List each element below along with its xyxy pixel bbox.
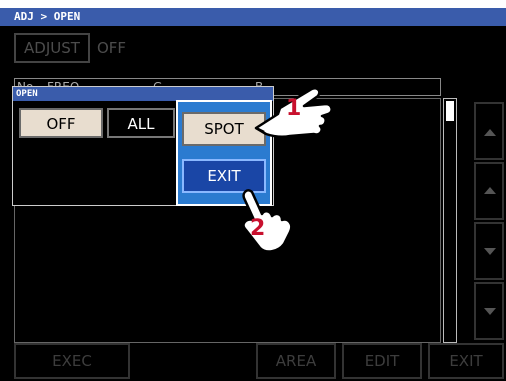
scroll-down-button[interactable]: [474, 222, 504, 280]
exit-bottom-button[interactable]: EXIT: [428, 343, 504, 379]
scroll-down-icon: [484, 248, 496, 255]
all-button[interactable]: ALL: [107, 108, 175, 138]
page-down-icon: [484, 308, 496, 315]
edit-button[interactable]: EDIT: [342, 343, 422, 379]
adjust-value: OFF: [97, 39, 127, 57]
scroll-up-icon: [484, 187, 496, 194]
page-down-button[interactable]: [474, 282, 504, 340]
callout-number-2: 2: [250, 216, 266, 241]
page-up-button[interactable]: [474, 102, 504, 160]
callout-number-1: 1: [286, 96, 302, 121]
exec-button[interactable]: EXEC: [14, 343, 130, 379]
screen-title: ADJ > OPEN: [0, 8, 506, 26]
off-button[interactable]: OFF: [19, 108, 103, 138]
adjust-button[interactable]: ADJUST: [14, 33, 90, 63]
dialog-title: OPEN: [13, 87, 273, 101]
area-button[interactable]: AREA: [256, 343, 336, 379]
page-up-icon: [484, 129, 496, 136]
instrument-screen: ADJ > OPEN ADJUST OFF No FREQ G B EXEC A…: [0, 0, 506, 381]
scroll-up-button[interactable]: [474, 162, 504, 220]
scrollbar-track[interactable]: [443, 98, 457, 343]
scrollbar-thumb[interactable]: [446, 101, 454, 121]
